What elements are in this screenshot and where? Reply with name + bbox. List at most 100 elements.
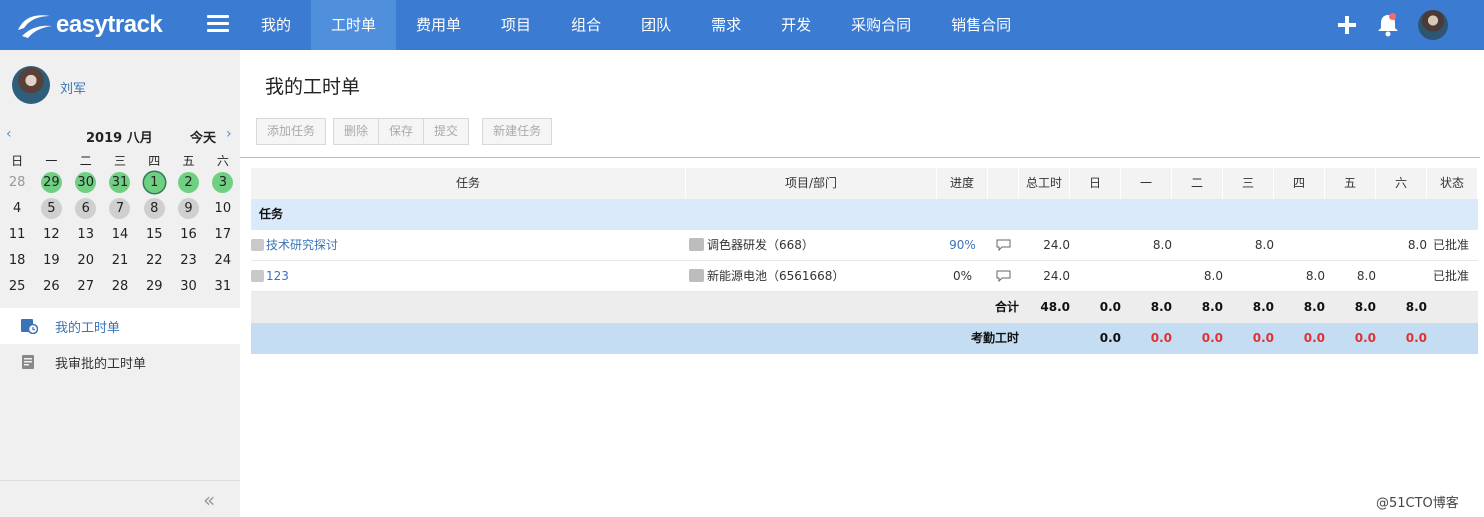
day-hours-sun[interactable] bbox=[1070, 230, 1121, 261]
submit-button[interactable]: 提交 bbox=[424, 118, 470, 145]
today-button[interactable]: 今天 bbox=[190, 127, 216, 146]
calendar-day-number: 31 bbox=[109, 171, 131, 193]
status-badge: 已批准 bbox=[1433, 238, 1470, 252]
calendar-day[interactable]: 12 bbox=[34, 221, 68, 247]
calendar-day[interactable]: 9 bbox=[171, 195, 205, 221]
header-project[interactable]: 项目/部门 bbox=[686, 168, 937, 199]
day-hours-mon[interactable] bbox=[1121, 261, 1172, 292]
divider bbox=[240, 157, 1480, 158]
nav-item[interactable]: 组合 bbox=[551, 0, 621, 50]
day-hours-sat[interactable] bbox=[1376, 261, 1427, 292]
day-hours-tue[interactable]: 8.0 bbox=[1172, 261, 1223, 292]
calendar-day[interactable]: 13 bbox=[69, 221, 103, 247]
calendar-day[interactable]: 14 bbox=[103, 221, 137, 247]
task-link[interactable]: 技术研究探讨 bbox=[266, 238, 338, 252]
bell-icon[interactable] bbox=[1376, 12, 1400, 38]
day-hours-fri[interactable]: 8.0 bbox=[1325, 261, 1376, 292]
table-row[interactable]: 123 新能源电池（6561668） 0% 24.0 8.0 8.0 8.0 已批准 bbox=[251, 261, 1478, 292]
calendar-day[interactable]: 7 bbox=[103, 195, 137, 221]
user-name[interactable]: 刘军 bbox=[60, 78, 86, 97]
calendar-day[interactable]: 24 bbox=[206, 247, 240, 273]
nav-item[interactable]: 开发 bbox=[761, 0, 831, 50]
add-icon[interactable] bbox=[1334, 12, 1360, 38]
nav-item[interactable]: 需求 bbox=[691, 0, 761, 50]
new-task-button[interactable]: 新建任务 bbox=[482, 118, 553, 145]
calendar-day[interactable]: 8 bbox=[137, 195, 171, 221]
header-task[interactable]: 任务 bbox=[251, 168, 686, 199]
day-hours-wed[interactable] bbox=[1223, 261, 1274, 292]
chevron-left-icon[interactable]: ‹ bbox=[6, 126, 12, 142]
comment-icon[interactable] bbox=[988, 230, 1019, 261]
calendar-day[interactable]: 18 bbox=[0, 247, 34, 273]
calendar-day[interactable]: 4 bbox=[0, 195, 34, 221]
calendar-day[interactable]: 22 bbox=[137, 247, 171, 273]
nav-item[interactable]: 费用单 bbox=[396, 0, 481, 50]
totals-wed: 8.0 bbox=[1252, 300, 1274, 314]
calendar-day[interactable]: 17 bbox=[206, 221, 240, 247]
calendar-day[interactable]: 10 bbox=[206, 195, 240, 221]
sidebar-item-my-timesheet[interactable]: 我的工时单 bbox=[0, 308, 240, 344]
day-hours-sun[interactable] bbox=[1070, 261, 1121, 292]
calendar-day[interactable]: 15 bbox=[137, 221, 171, 247]
user-avatar[interactable] bbox=[12, 66, 50, 104]
sidebar-item-approve-timesheet[interactable]: 我审批的工时单 bbox=[0, 344, 240, 380]
comment-icon[interactable] bbox=[988, 261, 1019, 292]
calendar-day-number: 20 bbox=[77, 252, 94, 268]
chevron-right-icon[interactable]: › bbox=[226, 126, 232, 142]
calendar-day[interactable]: 28 bbox=[103, 273, 137, 299]
nav-item[interactable]: 销售合同 bbox=[931, 0, 1031, 50]
calendar-day[interactable]: 29 bbox=[34, 169, 68, 195]
calendar-day[interactable]: 20 bbox=[69, 247, 103, 273]
day-hours-mon[interactable]: 8.0 bbox=[1121, 230, 1172, 261]
task-link[interactable]: 123 bbox=[266, 269, 289, 283]
logo[interactable]: easytrack bbox=[14, 8, 163, 42]
day-hours-sat[interactable]: 8.0 bbox=[1376, 230, 1427, 261]
calendar-day[interactable]: 30 bbox=[171, 273, 205, 299]
calendar-day-number: 5 bbox=[40, 197, 62, 219]
nav-item[interactable]: 工时单 bbox=[311, 0, 397, 50]
day-hours-thu[interactable]: 8.0 bbox=[1274, 261, 1325, 292]
header-progress[interactable]: 进度 bbox=[937, 168, 988, 199]
sidebar-item-label: 我审批的工时单 bbox=[55, 356, 147, 372]
header-total[interactable]: 总工时 bbox=[1019, 168, 1070, 199]
header-status: 状态 bbox=[1427, 168, 1478, 199]
nav-item[interactable]: 采购合同 bbox=[831, 0, 931, 50]
calendar-day[interactable]: 25 bbox=[0, 273, 34, 299]
logo-text: easytrack bbox=[56, 11, 163, 38]
save-button[interactable]: 保存 bbox=[379, 118, 425, 145]
calendar-day[interactable]: 23 bbox=[171, 247, 205, 273]
calendar-day[interactable]: 21 bbox=[103, 247, 137, 273]
calendar-day[interactable]: 6 bbox=[69, 195, 103, 221]
collapse-sidebar-icon[interactable]: « bbox=[203, 488, 215, 512]
attendance-wed: 0.0 bbox=[1252, 331, 1274, 345]
day-hours-tue[interactable] bbox=[1172, 230, 1223, 261]
calendar-day[interactable]: 11 bbox=[0, 221, 34, 247]
calendar-day[interactable]: 2 bbox=[171, 169, 205, 195]
table-row[interactable]: 技术研究探讨 调色器研发（668） 90% 24.0 8.0 8.0 8.0 已批准 bbox=[251, 230, 1478, 261]
day-hours-fri[interactable] bbox=[1325, 230, 1376, 261]
project-name: 调色器研发（668） bbox=[707, 238, 814, 252]
delete-button[interactable]: 删除 bbox=[333, 118, 380, 145]
calendar-day[interactable]: 31 bbox=[103, 169, 137, 195]
calendar-day[interactable]: 5 bbox=[34, 195, 68, 221]
nav-item[interactable]: 我的 bbox=[241, 0, 311, 50]
day-hours-wed[interactable]: 8.0 bbox=[1223, 230, 1274, 261]
nav-item[interactable]: 团队 bbox=[621, 0, 691, 50]
calendar-day[interactable]: 28 bbox=[0, 169, 34, 195]
total-hours: 24.0 bbox=[1043, 238, 1070, 252]
nav-item[interactable]: 项目 bbox=[481, 0, 551, 50]
calendar-day[interactable]: 16 bbox=[171, 221, 205, 247]
calendar-day[interactable]: 30 bbox=[69, 169, 103, 195]
calendar-day[interactable]: 31 bbox=[206, 273, 240, 299]
add-task-button[interactable]: 添加任务 bbox=[256, 118, 327, 145]
calendar-day[interactable]: 27 bbox=[69, 273, 103, 299]
calendar-day[interactable]: 3 bbox=[206, 169, 240, 195]
header-wed: 三 bbox=[1223, 168, 1274, 199]
hamburger-menu-icon[interactable] bbox=[207, 15, 229, 35]
calendar-day[interactable]: 29 bbox=[137, 273, 171, 299]
day-hours-thu[interactable] bbox=[1274, 230, 1325, 261]
calendar-day[interactable]: 1 bbox=[137, 169, 171, 195]
avatar[interactable] bbox=[1418, 10, 1448, 40]
calendar-day[interactable]: 19 bbox=[34, 247, 68, 273]
calendar-day[interactable]: 26 bbox=[34, 273, 68, 299]
